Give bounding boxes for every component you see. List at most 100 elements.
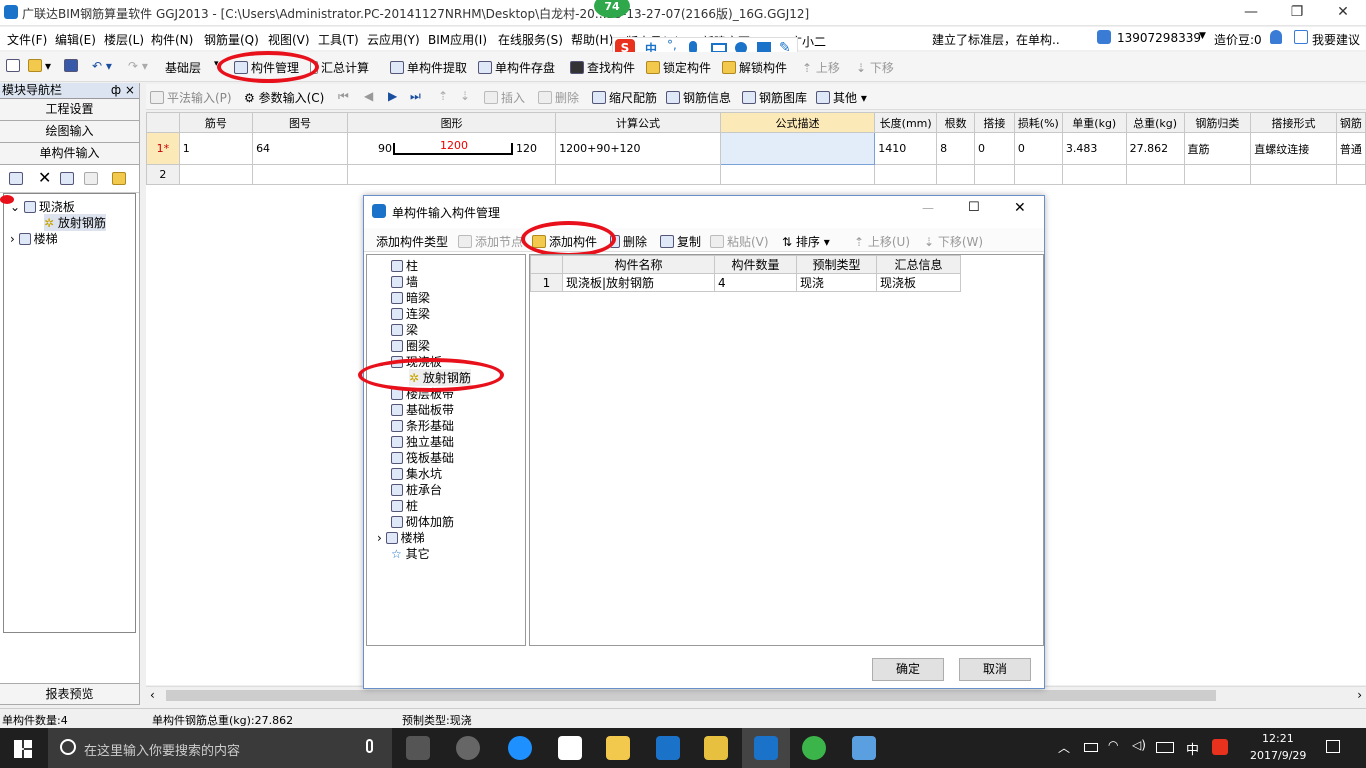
sort-button[interactable]: ⇅ 排序 ▾ <box>782 233 830 250</box>
unlock-component-button[interactable]: 解锁构件 <box>722 59 787 76</box>
account-phone[interactable]: 13907298339 <box>1117 31 1201 45</box>
store-icon[interactable] <box>558 736 582 760</box>
properties-icon[interactable] <box>9 172 23 185</box>
new-file-icon[interactable] <box>6 59 23 73</box>
glodon-icon[interactable] <box>656 736 680 760</box>
notice-text[interactable]: 建立了标准层，在单构.. <box>932 31 1060 48</box>
save-component-button[interactable]: 单构件存盘 <box>478 59 555 76</box>
tree-item-ring-beam[interactable]: 圈梁 <box>391 337 430 354</box>
floor-select[interactable]: 基础层 <box>165 59 201 76</box>
cell-unit-weight[interactable] <box>1061 164 1127 185</box>
tree-item-masonry-rebar[interactable]: 砌体加筋 <box>391 513 454 530</box>
edge-icon[interactable] <box>508 736 532 760</box>
move-down-button[interactable]: ⇣ 下移 <box>856 59 894 76</box>
microphone-icon[interactable] <box>366 739 373 753</box>
tree-item-hidden-beam[interactable]: 暗梁 <box>391 289 430 306</box>
tree-item-column[interactable]: 柱 <box>391 257 418 274</box>
task-view-icon[interactable] <box>406 736 430 760</box>
sogou-tray-icon[interactable] <box>1212 739 1228 755</box>
cell-lap[interactable]: 0 <box>974 132 1015 165</box>
menu-online[interactable]: 在线服务(S) <box>498 31 563 48</box>
nav-next-icon[interactable]: ▶ <box>388 89 397 103</box>
paste-icon[interactable] <box>84 172 98 185</box>
cell-lap-type[interactable]: 直螺纹连接 <box>1250 132 1337 165</box>
scroll-right-icon[interactable]: › <box>1357 688 1362 702</box>
cell-loss[interactable] <box>1013 164 1063 185</box>
flat-input-button[interactable]: 平法输入(P) <box>150 89 232 106</box>
cell-unit-weight[interactable]: 3.483 <box>1061 132 1127 165</box>
tree-child-item[interactable]: ✲ 放射钢筋 <box>44 214 106 231</box>
cell-lap-type[interactable] <box>1250 164 1337 185</box>
cell-lap[interactable] <box>974 164 1015 185</box>
dialog-paste-button[interactable]: 粘贴(V) <box>710 233 769 250</box>
nav-single-component-input[interactable]: 单构件输入 <box>0 143 139 165</box>
menu-file[interactable]: 文件(F) <box>7 31 47 48</box>
tree-item-other[interactable]: ☆ 其它 <box>391 545 430 562</box>
scroll-left-icon[interactable]: ‹ <box>150 688 155 702</box>
cell-prefab-type[interactable]: 现浇 <box>796 273 877 292</box>
save-icon[interactable] <box>64 59 81 73</box>
pin-icon[interactable]: ф × <box>111 83 139 98</box>
cell-component-count[interactable]: 4 <box>714 273 797 292</box>
file-explorer-icon[interactable] <box>606 736 630 760</box>
cell-loss[interactable]: 0 <box>1013 132 1063 165</box>
ok-button[interactable]: 确定 <box>872 658 944 681</box>
nav-last-icon[interactable]: ⏭ <box>410 89 421 104</box>
clock-date[interactable]: 2017/9/29 <box>1250 749 1306 762</box>
delete-row-button[interactable]: 删除 <box>538 89 579 106</box>
menu-view[interactable]: 视图(V) <box>268 31 310 48</box>
copy-icon[interactable] <box>60 172 74 185</box>
param-input-button[interactable]: ⚙ 参数输入(C) <box>244 89 324 106</box>
glodon-rebar-icon[interactable] <box>754 736 778 760</box>
scroll-thumb[interactable] <box>166 690 1216 701</box>
menu-component[interactable]: 构件(N) <box>151 31 193 48</box>
ime-indicator[interactable]: 中 <box>1186 739 1199 758</box>
cell-shape[interactable]: 90 1200 120 <box>346 132 557 165</box>
menu-cloud[interactable]: 云应用(Y) <box>367 31 420 48</box>
scale-rebar-button[interactable]: 缩尺配筋 <box>592 89 657 106</box>
table-row[interactable]: 2 <box>146 164 1366 185</box>
dialog-down-button[interactable]: ⇣ 下移(W) <box>924 233 983 250</box>
suggest-link[interactable]: 我要建议 <box>1312 31 1360 48</box>
dialog-copy-button[interactable]: 复制 <box>660 233 701 250</box>
clipboard-icon[interactable] <box>112 172 126 185</box>
rebar-library-button[interactable]: 钢筋图库 <box>742 89 807 106</box>
open-folder-icon[interactable]: ▾ <box>28 59 51 73</box>
delete-icon[interactable]: ✕ <box>38 168 51 187</box>
green-app-icon[interactable] <box>802 736 826 760</box>
undo-icon[interactable]: ↶ ▾ <box>92 59 112 73</box>
clock-time[interactable]: 12:21 <box>1262 732 1294 745</box>
notes-icon[interactable] <box>704 736 728 760</box>
tree-item-isolated-foundation[interactable]: 独立基础 <box>391 433 454 450</box>
tree-item-sump[interactable]: 集水坑 <box>391 465 442 482</box>
redo-icon[interactable]: ↷ ▾ <box>128 59 148 73</box>
insert-button[interactable]: 插入 <box>484 89 525 106</box>
cell-summary-info[interactable]: 现浇板 <box>876 273 961 292</box>
maximize-button[interactable]: ❐ <box>1274 0 1320 26</box>
cell-shape[interactable] <box>346 164 557 185</box>
tree-item-wall[interactable]: 墙 <box>391 273 418 290</box>
menu-rebar[interactable]: 钢筋量(Q) <box>204 31 259 48</box>
dialog-minimize-button[interactable]: — <box>922 201 934 215</box>
notification-icon[interactable] <box>1326 740 1340 753</box>
tree-item-strip-foundation[interactable]: 条形基础 <box>391 417 454 434</box>
cell-class[interactable] <box>1183 164 1252 185</box>
tree-root-item[interactable]: ⌄ 现浇板 <box>10 198 75 215</box>
menu-edit[interactable]: 编辑(E) <box>55 31 96 48</box>
cell-length[interactable] <box>874 164 938 185</box>
table-row[interactable]: 1 现浇板|放射钢筋 4 现浇 现浇板 <box>530 273 961 292</box>
tree-item-base-strip[interactable]: 基础板带 <box>391 401 454 418</box>
cell-total-weight[interactable]: 27.862 <box>1125 132 1185 165</box>
browser-icon[interactable] <box>456 736 480 760</box>
find-component-button[interactable]: 查找构件 <box>570 59 635 76</box>
tree-item-raft-foundation[interactable]: 筏板基础 <box>391 449 454 466</box>
tree-item-pile[interactable]: 桩 <box>391 497 418 514</box>
minimize-button[interactable]: — <box>1228 0 1274 26</box>
tree-item-stairs[interactable]: › 楼梯 <box>377 529 425 546</box>
dialog-up-button[interactable]: ⇡ 上移(U) <box>854 233 910 250</box>
dialog-close-button[interactable]: ✕ <box>1014 200 1026 216</box>
image-app-icon[interactable] <box>852 736 876 760</box>
search-box[interactable]: 在这里输入你要搜索的内容 <box>48 728 392 768</box>
cancel-button[interactable]: 取消 <box>959 658 1031 681</box>
cell-description[interactable] <box>719 164 876 185</box>
